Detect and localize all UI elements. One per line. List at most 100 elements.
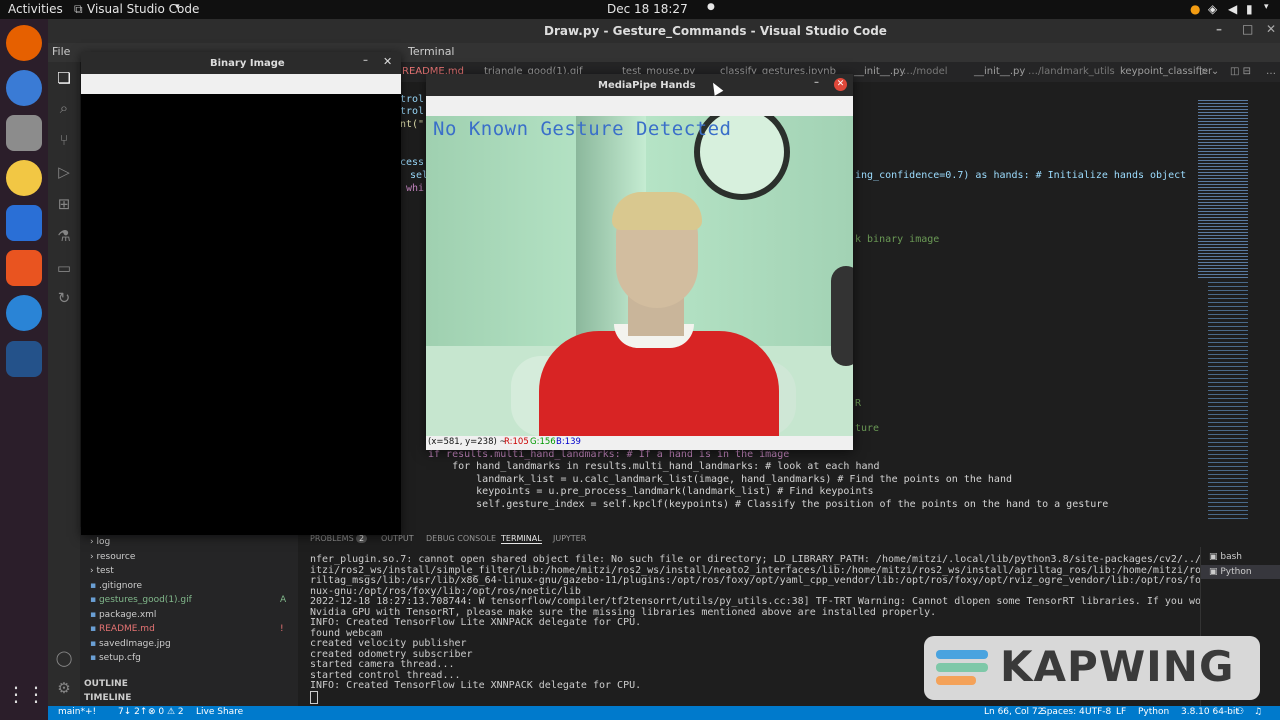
timeline-section[interactable]: TIMELINE <box>84 693 131 703</box>
search-icon[interactable]: ⌕ <box>54 98 74 118</box>
minimize-button[interactable]: – <box>363 55 368 66</box>
code-fragment: nt(" <box>400 119 425 130</box>
mediapipe-title: MediaPipe Hands <box>598 80 696 91</box>
mediapipe-toolbar <box>426 96 853 116</box>
tab-keypoint-classifier[interactable]: keypoint_classifier <box>1120 66 1212 77</box>
list-item[interactable]: ▪ setup.cfg <box>90 653 141 663</box>
indentation[interactable]: Spaces: 4 <box>1041 707 1085 717</box>
gesture-overlay-text: No Known Gesture Detected <box>433 118 732 140</box>
list-item-label: README.md <box>98 624 155 634</box>
mediapipe-title-bar: MediaPipe Hands – ✕ <box>426 74 853 96</box>
thunderbird-icon[interactable] <box>6 70 42 106</box>
vscode-app-icon: ⧉ <box>74 2 83 16</box>
help-icon[interactable] <box>6 295 42 331</box>
cursor-coordinates: (x=581, y=238) ~ <box>428 437 507 447</box>
code-fragment: ing_confidence=0.7) as hands: # Initiali… <box>855 170 1187 181</box>
terminal-line: INFO: Created TensorFlow Lite XNNPACK de… <box>310 617 642 628</box>
encoding[interactable]: UTF-8 <box>1085 707 1111 717</box>
activities-button[interactable]: Activities <box>8 2 63 16</box>
tab-init-landmark[interactable]: __init__.py <box>974 66 1025 77</box>
code-fragment: ture <box>855 423 880 434</box>
account-icon[interactable]: ◯ <box>54 648 74 668</box>
tab-debug-console[interactable]: DEBUG CONSOLE <box>426 534 496 543</box>
code-fragment: whi <box>406 183 425 194</box>
vscode-dock-icon[interactable] <box>6 341 42 377</box>
language-mode[interactable]: Python <box>1138 707 1169 717</box>
maximize-button[interactable]: □ <box>1242 22 1253 36</box>
minimize-button[interactable]: – <box>1216 22 1222 36</box>
tab-output[interactable]: OUTPUT <box>381 534 414 543</box>
file-icon: ▪ <box>90 653 99 663</box>
more-actions-icon[interactable]: … <box>1266 66 1276 77</box>
branch-status[interactable]: main*+! <box>58 707 96 717</box>
app-menu[interactable]: Visual Studio Code <box>87 2 199 16</box>
live-share-status[interactable]: Live Share <box>196 707 243 717</box>
outline-section[interactable]: OUTLINE <box>84 679 128 689</box>
settings-gear-icon[interactable]: ⚙ <box>54 678 74 698</box>
close-button[interactable]: ✕ <box>383 55 392 68</box>
system-menu-icon[interactable]: ▾ <box>1264 2 1269 12</box>
close-button[interactable]: ✕ <box>834 78 847 91</box>
list-item[interactable]: ▪ gestures_good(1).gif A <box>90 595 286 605</box>
writer-icon[interactable] <box>6 205 42 241</box>
list-item[interactable]: › log <box>90 537 110 547</box>
tab-terminal[interactable]: TERMINAL <box>501 534 542 544</box>
minimize-button[interactable]: – <box>814 77 819 88</box>
sync-status[interactable]: 7↓ 2↑ <box>118 707 147 717</box>
volume-icon[interactable]: ◀ <box>1228 2 1237 16</box>
tab-problems[interactable]: PROBLEMS <box>310 534 354 543</box>
wifi-icon[interactable]: ◈ <box>1208 2 1217 16</box>
close-button[interactable]: ✕ <box>1266 22 1276 36</box>
terminal-line: 2022-12-18 18:27:13.708744: W tensorflow… <box>310 596 1280 607</box>
files-icon[interactable] <box>6 115 42 151</box>
remote-icon[interactable]: ▭ <box>54 258 74 278</box>
kapwing-text: KAPWING <box>1000 642 1235 691</box>
ubuntu-dock: ⋮⋮ <box>0 19 48 720</box>
clock[interactable]: Dec 18 18:27 <box>607 2 688 16</box>
file-icon: ▪ <box>90 624 99 634</box>
status-bar: main*+! 7↓ 2↑ ⊗ 0 ⚠ 2 Live Share Ln 66, … <box>48 706 1280 720</box>
rhythmbox-icon[interactable] <box>6 160 42 196</box>
terminal-python[interactable]: ▣ Python <box>1201 565 1280 579</box>
run-debug-icon[interactable]: ▷ <box>54 162 74 182</box>
live-share-icon[interactable]: ↻ <box>54 288 74 308</box>
tab-init-model[interactable]: __init__.py <box>854 66 905 77</box>
testing-icon[interactable]: ⚗ <box>54 226 74 246</box>
line-ending[interactable]: LF <box>1116 707 1126 717</box>
minimap[interactable] <box>1190 82 1280 527</box>
kapwing-watermark: KAPWING <box>924 636 1260 700</box>
list-item[interactable]: › test <box>90 566 114 576</box>
interpreter[interactable]: 3.8.10 64-bit <box>1181 707 1239 717</box>
tab-jupyter[interactable]: JUPYTER <box>553 534 586 543</box>
live-share-person-icon[interactable]: ⚇ <box>1236 707 1244 717</box>
list-item[interactable]: ▪ package.xml <box>90 610 156 620</box>
firefox-icon[interactable] <box>6 25 42 61</box>
explorer-icon[interactable]: ❏ <box>54 68 74 88</box>
list-item[interactable]: ▪ README.md! <box>90 624 284 634</box>
tab-hint-model: …/model <box>903 66 948 77</box>
code-fragment: trol <box>400 94 425 105</box>
source-control-icon[interactable]: ⑂ <box>54 130 74 150</box>
terminal-bash[interactable]: ▣ bash <box>1209 552 1242 562</box>
file-icon: ▪ <box>90 595 99 605</box>
software-icon[interactable] <box>6 250 42 286</box>
menu-terminal[interactable]: Terminal <box>408 45 455 58</box>
list-item[interactable]: › resource <box>90 552 135 562</box>
pixel-b: B:139 <box>556 437 581 447</box>
list-item[interactable]: ▪ savedImage.jpg <box>90 639 171 649</box>
bell-icon[interactable]: ♫ <box>1254 707 1262 717</box>
split-editor-icon[interactable]: ◫ ⊟ <box>1230 66 1251 77</box>
extensions-icon[interactable]: ⊞ <box>54 194 74 214</box>
cursor-position[interactable]: Ln 66, Col 72 <box>984 707 1043 717</box>
terminal-line: nfer_plugin.so.7: cannot open shared obj… <box>310 554 1280 565</box>
pixel-r: R:105 <box>504 437 529 447</box>
code-fragment: k binary image <box>855 234 940 245</box>
list-item[interactable]: ▪ .gitignore <box>90 581 142 591</box>
chevron-down-icon: ▾ <box>175 2 180 12</box>
battery-icon[interactable]: ▮ <box>1246 2 1253 16</box>
show-apps-icon[interactable]: ⋮⋮ <box>6 676 46 712</box>
run-file-icon[interactable]: ▷ ⌄ <box>1200 66 1219 77</box>
menu-file[interactable]: File <box>52 45 70 58</box>
code-line: if results.multi_hand_landmarks: # If a … <box>428 449 790 460</box>
problems-status[interactable]: ⊗ 0 ⚠ 2 <box>148 707 184 717</box>
